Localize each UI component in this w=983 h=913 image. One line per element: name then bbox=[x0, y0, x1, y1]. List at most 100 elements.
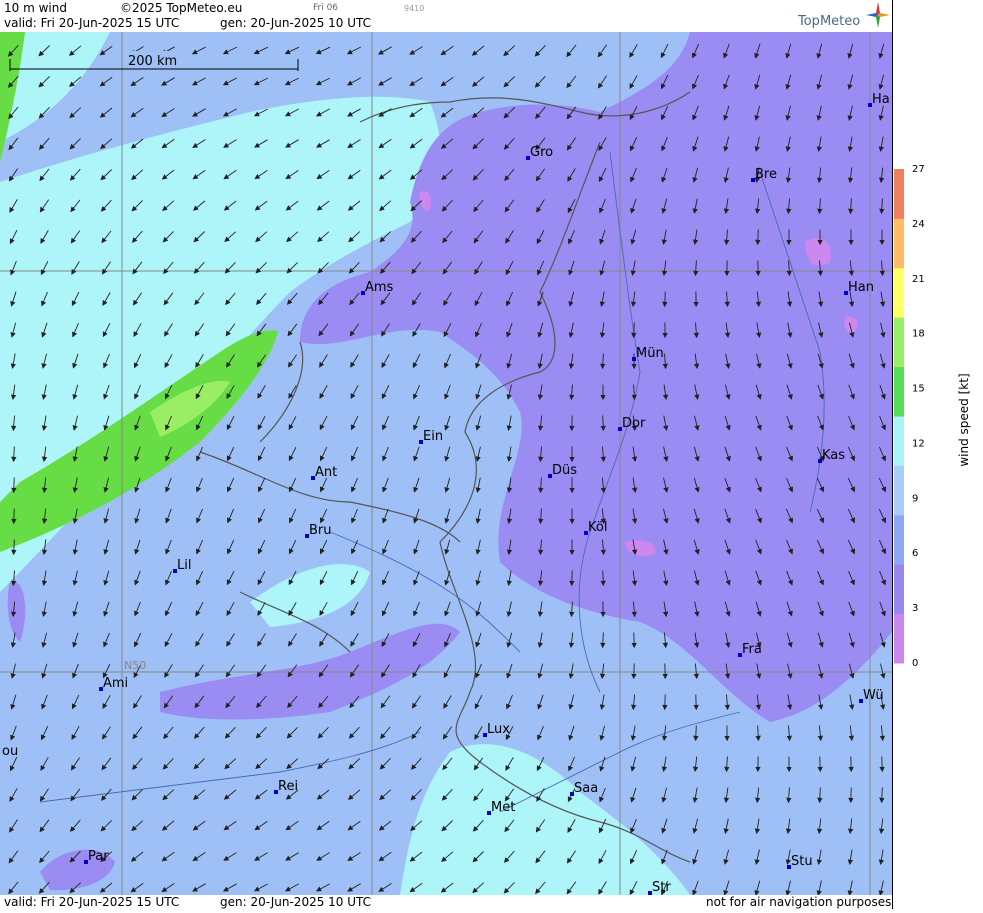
city-marker: Met bbox=[487, 800, 515, 815]
colorbar-segment bbox=[894, 614, 904, 664]
city-label: Met bbox=[491, 800, 515, 815]
city-label: Lux bbox=[487, 722, 510, 737]
wind-arrow bbox=[696, 726, 697, 739]
city-marker: Wü bbox=[859, 688, 884, 703]
footer-valid-time: valid: Fri 20-Jun-2025 15 UTC bbox=[4, 895, 179, 909]
city-label: Par bbox=[88, 849, 109, 864]
city-marker: Düs bbox=[548, 463, 577, 478]
legend-tick-label: 9 bbox=[912, 493, 918, 504]
city-label: Dor bbox=[622, 416, 646, 431]
panel-divider bbox=[892, 0, 893, 909]
city-marker: Köl bbox=[584, 520, 607, 535]
city-label: Gro bbox=[530, 145, 553, 160]
legend-tick-label: 15 bbox=[912, 384, 925, 395]
city-label: Bre bbox=[755, 167, 777, 182]
wind-map-svg: 200 km N50 Gro Bre Ha Ams Han Mün Dor Ein Kas Düs… bbox=[0, 32, 892, 895]
city-label: Ant bbox=[315, 465, 337, 480]
colorbar-segment bbox=[894, 317, 904, 367]
city-label: Bru bbox=[309, 523, 332, 538]
city-marker: Bre bbox=[751, 167, 777, 182]
colorbar-segment bbox=[894, 465, 904, 515]
wind-speed-colorbar bbox=[894, 169, 904, 664]
legend-title: wind speed [kt] bbox=[957, 373, 971, 466]
legend-tick-label: 27 bbox=[912, 164, 925, 175]
city-marker: Str bbox=[648, 880, 671, 895]
city-label: Saa bbox=[574, 781, 598, 796]
city-label: Stu bbox=[791, 854, 813, 869]
city-marker: Stu bbox=[787, 854, 813, 869]
city-label: Ams bbox=[365, 280, 394, 295]
city-label: Str bbox=[652, 880, 671, 895]
wind-arrow bbox=[14, 447, 15, 460]
colorbar-segment bbox=[894, 218, 904, 268]
product-code: 9410 bbox=[404, 4, 424, 13]
run-label: Fri 06 bbox=[313, 3, 338, 13]
city-marker: Ein bbox=[419, 429, 443, 444]
legend-tick-label: 24 bbox=[912, 219, 925, 230]
legend-tick-label: 18 bbox=[912, 329, 925, 340]
legend-tick-label: 12 bbox=[912, 438, 925, 449]
city-label: Mün bbox=[636, 346, 664, 361]
legend-tick-label: 3 bbox=[912, 603, 918, 614]
product-title: 10 m wind bbox=[4, 1, 67, 15]
city-marker: Gro bbox=[526, 145, 553, 160]
city-marker: Mün bbox=[632, 346, 664, 361]
city-marker: Rei bbox=[274, 779, 298, 794]
wind-arrow bbox=[603, 571, 604, 584]
city-label: Fra bbox=[742, 642, 762, 657]
generated-time: gen: 20-Jun-2025 10 UTC bbox=[220, 16, 371, 30]
city-label: ou bbox=[2, 744, 18, 759]
wind-arrow bbox=[603, 416, 604, 429]
copyright: ©2025 TopMeteo.eu bbox=[120, 1, 242, 15]
city-label: Wü bbox=[863, 688, 884, 703]
footer-bar: valid: Fri 20-Jun-2025 15 UTC gen: 20-Ju… bbox=[0, 895, 892, 909]
colorbar-segment bbox=[894, 268, 904, 318]
city-marker: Han bbox=[844, 280, 874, 295]
city-label: Ami bbox=[103, 676, 128, 691]
scale-label: 200 km bbox=[128, 54, 177, 69]
city-marker: Ami bbox=[99, 676, 128, 691]
valid-time: valid: Fri 20-Jun-2025 15 UTC bbox=[4, 16, 179, 30]
latitude-label: N50 bbox=[124, 659, 146, 672]
wind-arrow bbox=[665, 292, 666, 305]
colorbar-segment bbox=[894, 515, 904, 565]
city-marker: Fra bbox=[738, 642, 762, 657]
compass-star-icon bbox=[866, 2, 890, 28]
city-marker: Ant bbox=[311, 465, 337, 480]
city-marker: Ams bbox=[361, 280, 394, 295]
legend-svg: 0 3 6 9 12 15 18 21 24 27 wind speed [kt] bbox=[892, 0, 983, 909]
city-marker: Ha bbox=[868, 92, 890, 107]
legend-tick-label: 6 bbox=[912, 548, 918, 559]
wind-map: 200 km N50 Gro Bre Ha Ams Han Mün Dor Ein Kas Düs… bbox=[0, 32, 892, 895]
city-label: Köl bbox=[588, 520, 607, 535]
city-marker: Bru bbox=[305, 523, 332, 538]
city-marker: Saa bbox=[570, 781, 598, 796]
city-marker: ou bbox=[2, 744, 18, 759]
footer-generated-time: gen: 20-Jun-2025 10 UTC bbox=[220, 895, 371, 909]
city-marker: Dor bbox=[618, 416, 646, 431]
wind-arrow bbox=[882, 788, 883, 801]
city-label: Ha bbox=[872, 92, 890, 107]
wind-arrow bbox=[603, 633, 604, 646]
navigation-disclaimer: not for air navigation purposes bbox=[706, 895, 891, 909]
city-label: Ein bbox=[423, 429, 443, 444]
city-marker: Lux bbox=[483, 722, 510, 737]
city-label: Rei bbox=[278, 779, 298, 794]
wind-arrow bbox=[758, 726, 759, 739]
wind-arrow bbox=[634, 323, 635, 336]
colorbar-segment bbox=[894, 367, 904, 417]
colorbar-segment bbox=[894, 564, 904, 614]
topmeteo-logo-text: TopMeteo bbox=[798, 14, 860, 29]
wind-arrow bbox=[758, 230, 759, 243]
legend-panel: 0 3 6 9 12 15 18 21 24 27 wind speed [kt] bbox=[892, 0, 983, 909]
legend-tick-label: 0 bbox=[912, 658, 918, 669]
wind-arrow bbox=[14, 540, 15, 553]
city-marker: Par bbox=[84, 849, 109, 864]
city-label: Lil bbox=[177, 558, 191, 573]
city-label: Han bbox=[848, 280, 874, 295]
wind-speed-ticks: 0 3 6 9 12 15 18 21 24 27 bbox=[912, 164, 925, 669]
wind-arrow bbox=[820, 788, 821, 801]
city-marker: Kas bbox=[818, 448, 845, 463]
colorbar-segment bbox=[894, 169, 904, 219]
legend-tick-label: 21 bbox=[912, 274, 925, 285]
